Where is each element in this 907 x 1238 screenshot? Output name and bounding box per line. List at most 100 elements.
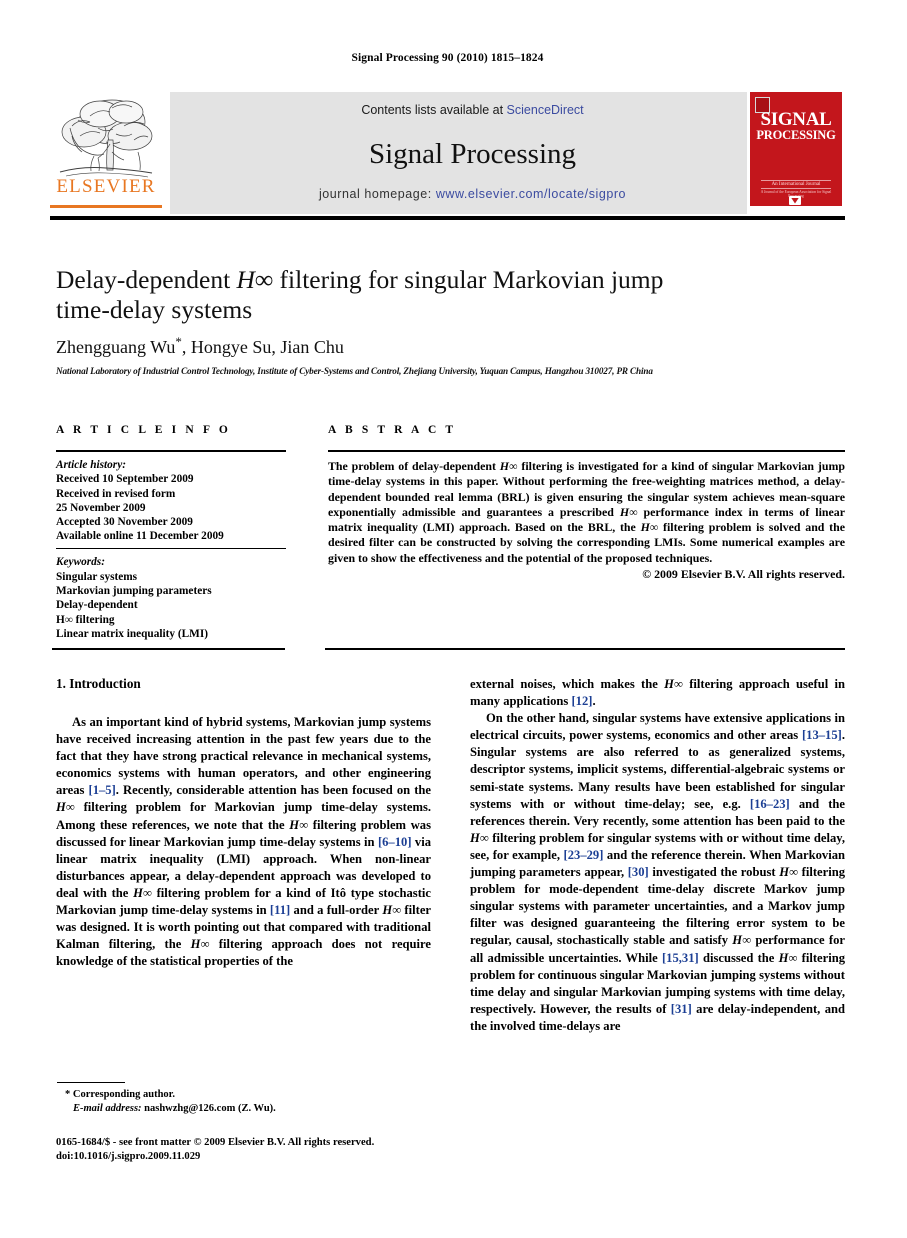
citation-ref[interactable]: [6–10]: [378, 835, 412, 849]
para-seg: discussed the: [698, 950, 779, 965]
abstract-copyright: © 2009 Elsevier B.V. All rights reserved…: [642, 567, 845, 582]
running-head: Signal Processing 90 (2010) 1815–1824: [351, 52, 544, 64]
corresponding-author-note: * Corresponding author.: [65, 1089, 175, 1100]
para-seg: external noises, which makes the: [470, 677, 665, 691]
sciencedirect-link[interactable]: ScienceDirect: [507, 103, 584, 117]
history-item: Accepted 30 November 2009: [56, 516, 193, 529]
math-hinf: H∞: [470, 830, 489, 845]
keyword-item: H∞ filtering: [56, 613, 115, 626]
title-line-2: time-delay systems: [56, 295, 253, 324]
keyword-item: Delay-dependent: [56, 599, 138, 612]
elsevier-logo: ELSEVIER: [50, 92, 162, 214]
right-column-divider: [325, 648, 845, 650]
author-primary: Zhengguang Wu: [56, 337, 176, 357]
journal-masthead: ELSEVIER Contents lists available at Sci…: [50, 92, 845, 214]
email-note: E-mail address: nashwzhg@126.com (Z. Wu)…: [57, 1102, 437, 1116]
body-column-right: external noises, which makes the H∞ filt…: [470, 676, 845, 1035]
doi-line[interactable]: doi:10.1016/j.sigpro.2009.11.029: [56, 1150, 456, 1164]
journal-cover-thumbnail: SIGNAL PROCESSING An International Journ…: [747, 92, 845, 214]
citation-ref[interactable]: [23–29]: [564, 848, 604, 862]
math-hinf: H∞: [664, 677, 683, 691]
abstract-seg: The problem of delay-dependent: [328, 459, 500, 473]
footnote-block: * Corresponding author. E-mail address: …: [57, 1088, 437, 1116]
abstract-math-hinf: H∞: [499, 459, 518, 473]
affiliation: National Laboratory of Industrial Contro…: [56, 366, 653, 376]
history-item: Received 10 September 2009: [56, 473, 194, 486]
history-item: 25 November 2009: [56, 501, 146, 514]
math-hinf: H∞: [732, 933, 752, 948]
elsevier-underline: [50, 205, 162, 208]
para-seg: On the other hand, singular systems have…: [470, 711, 845, 743]
authors-remaining: , Hongye Su, Jian Chu: [181, 337, 344, 357]
history-keywords-divider: [56, 547, 286, 550]
left-column-divider: [52, 648, 285, 650]
citation-ref[interactable]: [16–23]: [750, 797, 790, 811]
footnote-divider: [57, 1082, 125, 1084]
abstract-rule: [328, 450, 845, 452]
section-heading-introduction: 1. Introduction: [56, 676, 141, 691]
citation-ref[interactable]: [13–15]: [802, 728, 842, 742]
cover-title-line2: PROCESSING: [756, 128, 836, 142]
paragraph: On the other hand, singular systems have…: [470, 710, 845, 1035]
homepage-prefix: journal homepage:: [318, 187, 436, 201]
citation-ref[interactable]: [1–5]: [89, 783, 116, 797]
para-seg: investigated the robust: [648, 865, 780, 880]
math-hinf: H∞: [778, 950, 798, 965]
journal-title: Signal Processing: [368, 138, 577, 170]
citation-ref[interactable]: [11]: [270, 903, 290, 917]
citation-ref[interactable]: [12]: [571, 694, 592, 708]
email-value[interactable]: nashwzhg@126.com (Z. Wu).: [142, 1103, 276, 1114]
math-hinf: H∞: [133, 885, 152, 900]
abstract-column: A B S T R A C T The problem of delay-dep…: [328, 424, 845, 582]
paragraph: external noises, which makes the H∞ filt…: [470, 676, 845, 710]
contents-prefix: Contents lists available at: [361, 103, 507, 117]
body-column-left: 1. Introduction As an important kind of …: [56, 676, 431, 970]
masthead-divider: [50, 216, 845, 220]
contents-lists-line: Contents lists available at ScienceDirec…: [170, 103, 775, 117]
history-item: Received in revised form: [56, 487, 176, 500]
citation-ref[interactable]: [30]: [628, 865, 649, 879]
cover-title-line1: SIGNAL: [760, 109, 832, 130]
issn-copyright-line: 0165-1684/$ - see front matter © 2009 El…: [56, 1137, 375, 1148]
email-label: E-mail address:: [73, 1103, 142, 1114]
math-hinf: H∞: [779, 865, 798, 880]
article-info-column: A R T I C L E I N F O Article history: R…: [56, 424, 286, 641]
contents-banner: Contents lists available at ScienceDirec…: [170, 92, 775, 214]
journal-homepage-line: journal homepage: www.elsevier.com/locat…: [170, 187, 775, 201]
paper-page: Signal Processing 90 (2010) 1815–1824 EL…: [0, 0, 907, 1238]
citation-ref[interactable]: [31]: [671, 1002, 692, 1016]
article-history-label: Article history:: [56, 459, 126, 471]
article-history-block: Article history: Received 10 September 2…: [56, 458, 286, 544]
keyword-item: Singular systems: [56, 570, 138, 583]
cover-subtitle: An International Journal: [761, 180, 831, 189]
keywords-block: Keywords: Singular systems Markovian jum…: [56, 555, 286, 641]
para-seg: .: [592, 694, 596, 709]
journal-homepage-link[interactable]: www.elsevier.com/locate/sigpro: [436, 187, 626, 201]
imprint-block: 0165-1684/$ - see front matter © 2009 El…: [56, 1136, 456, 1163]
author-list: Zhengguang Wu*, Hongye Su, Jian Chu: [56, 334, 756, 358]
title-math-hinf: H∞: [236, 265, 274, 294]
abstract-math-hinf: H∞: [640, 520, 659, 535]
para-seg: and a full-order: [290, 903, 383, 918]
page-title: Delay-dependent H∞ filtering for singula…: [56, 265, 756, 325]
math-hinf: H∞: [382, 903, 402, 918]
abstract-text: The problem of delay-dependent H∞ filter…: [328, 459, 845, 566]
title-text-part2: filtering for singular Markovian jump: [273, 265, 664, 294]
cover-society-badge-icon: [789, 196, 801, 205]
abstract-math-hinf: H∞: [619, 504, 638, 519]
article-info-heading: A R T I C L E I N F O: [56, 424, 231, 436]
math-hinf: H∞: [190, 937, 210, 952]
paragraph: As an important kind of hybrid systems, …: [56, 714, 431, 970]
math-hinf: H∞: [56, 800, 75, 815]
para-seg: . Recently, considerable attention has b…: [115, 783, 431, 798]
keywords-label: Keywords:: [56, 556, 105, 569]
keyword-item: Linear matrix inequality (LMI): [56, 627, 208, 640]
abstract-heading: A B S T R A C T: [328, 424, 457, 436]
article-info-rule: [56, 450, 286, 452]
history-item: Available online 11 December 2009: [56, 530, 224, 543]
elsevier-wordmark: ELSEVIER: [56, 176, 156, 197]
math-hinf: H∞: [289, 817, 309, 832]
keyword-item: Markovian jumping parameters: [56, 584, 212, 597]
citation-ref[interactable]: [15,31]: [662, 951, 699, 965]
title-text-part1: Delay-dependent: [56, 265, 237, 294]
